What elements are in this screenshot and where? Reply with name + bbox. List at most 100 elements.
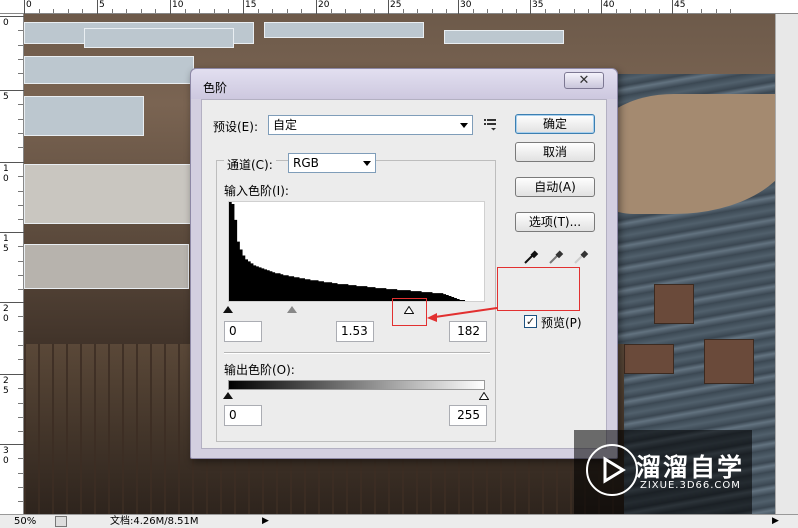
output-white-point-handle[interactable] [479,392,489,400]
output-black-point-handle[interactable] [223,392,233,399]
ruler-minor-tick [18,416,23,418]
ruler-minor-tick [573,9,575,13]
ruler-minor-tick [18,501,23,503]
input-gamma-field[interactable]: 1.53 [336,321,374,342]
ruler-minor-tick [446,9,447,13]
ruler-tick-label: 5 [3,92,9,102]
cancel-button[interactable]: 取消 [515,142,595,162]
ruler-tick [601,0,602,14]
ruler-minor-tick [330,9,332,13]
document-icon [55,516,67,527]
ruler-tick [24,0,25,14]
watermark-url: ZIXUE.3D66.COM [640,480,741,491]
ruler-minor-tick [18,132,23,134]
white-eyedropper-icon[interactable] [572,248,590,266]
ruler-minor-tick [53,9,54,13]
output-gradient-bar [228,380,485,390]
channel-value: RGB [293,156,319,170]
preset-options-icon[interactable] [484,117,498,131]
zoom-level[interactable]: 50% [14,515,36,528]
ruler-minor-tick [359,9,361,13]
auto-button[interactable]: 自动(A) [515,177,595,197]
gray-eyedropper-icon[interactable] [547,248,565,266]
ruler-minor-tick [18,104,23,106]
vertical-ruler[interactable]: 0 5 10 15 20 25 30 [0,14,24,514]
ruler-tick [0,232,24,233]
ruler-tick-label: 30 [3,446,9,466]
ruler-minor-tick [18,58,23,60]
ruler-minor-tick [18,402,23,404]
ruler-minor-tick [18,147,23,149]
annotation-arrow-icon [427,307,498,322]
ruler-minor-tick [18,458,23,460]
ruler-minor-tick [18,359,23,361]
ruler-tick-label: 5 [99,0,105,10]
preset-select[interactable]: 自定 [268,115,473,135]
ruler-tick-label: 15 [3,234,9,254]
horizontal-ruler[interactable]: 0 5 10 15 20 25 30 35 40 45 [0,0,798,14]
ruler-tick [170,0,171,14]
ruler-minor-tick [487,9,488,13]
ruler-minor-tick [140,9,142,13]
ruler-minor-tick [18,472,23,474]
ruler-tick-label: 10 [172,0,184,10]
ruler-minor-tick [18,190,23,192]
ruler-minor-tick [18,274,23,276]
ruler-minor-tick [18,486,23,488]
ruler-tick [0,302,24,303]
ok-button[interactable]: 确定 [515,114,595,134]
input-gray-point-handle[interactable] [287,306,297,313]
ruler-tick [388,0,389,14]
annotation-highlight-preview [497,267,580,311]
ruler-minor-tick [659,9,660,13]
output-black-field[interactable]: 0 [224,405,262,426]
ruler-minor-tick [155,9,156,13]
ruler-minor-tick [18,246,23,248]
ruler-tick [316,0,317,14]
output-white-field[interactable]: 255 [449,405,487,426]
ruler-minor-tick [213,9,215,13]
ruler-minor-tick [18,44,23,46]
watermark-title: 溜溜自学 [636,453,745,482]
ruler-tick-label: 30 [460,0,472,10]
input-levels-label: 输入色阶(I): [224,184,289,198]
scroll-right-arrow-icon[interactable]: ▶ [772,515,779,528]
vertical-scrollbar[interactable] [775,14,798,514]
ruler-minor-tick [615,9,617,13]
ruler-minor-tick [18,260,23,262]
preset-label: 预设(E): [213,120,258,134]
check-icon: ✓ [525,315,536,328]
channel-select[interactable]: RGB [288,153,376,173]
ruler-tick [0,162,24,163]
ruler-minor-tick [431,9,433,13]
histogram-chart [229,202,484,301]
preview-label[interactable]: 预览(P) [541,314,582,331]
ruler-tick [0,444,24,445]
close-button[interactable]: ✕ [564,72,604,89]
ruler-minor-tick [111,9,113,13]
options-button[interactable]: 选项(T)... [515,212,595,232]
preset-value: 自定 [273,118,298,132]
ruler-tick [672,0,673,14]
status-menu-arrow-icon[interactable]: ▶ [262,515,269,528]
ruler-tick [0,90,24,91]
ruler-tick-label: 25 [390,0,402,10]
input-black-field[interactable]: 0 [224,321,262,342]
ruler-minor-tick [272,9,273,13]
ruler-minor-tick [588,9,589,13]
ruler-minor-tick [417,9,418,13]
ruler-tick-label: 20 [318,0,330,10]
dialog-titlebar[interactable]: 色阶 ✕ [191,69,617,99]
preview-checkbox[interactable]: ✓ [524,315,537,328]
levels-dialog: 色阶 ✕ 预设(E): 自定 通道(C): RGB 输入色阶(I): 0 1.5… [190,68,618,459]
ruler-minor-tick [18,118,23,120]
ruler-minor-tick [402,9,404,13]
ruler-tick-label: 35 [532,0,544,10]
ruler-tick [530,0,531,14]
ruler-minor-tick [18,219,23,221]
input-black-point-handle[interactable] [223,306,233,313]
ruler-minor-tick [18,388,23,390]
ruler-minor-tick [18,30,23,32]
ruler-minor-tick [544,9,546,13]
black-eyedropper-icon[interactable] [522,248,540,266]
